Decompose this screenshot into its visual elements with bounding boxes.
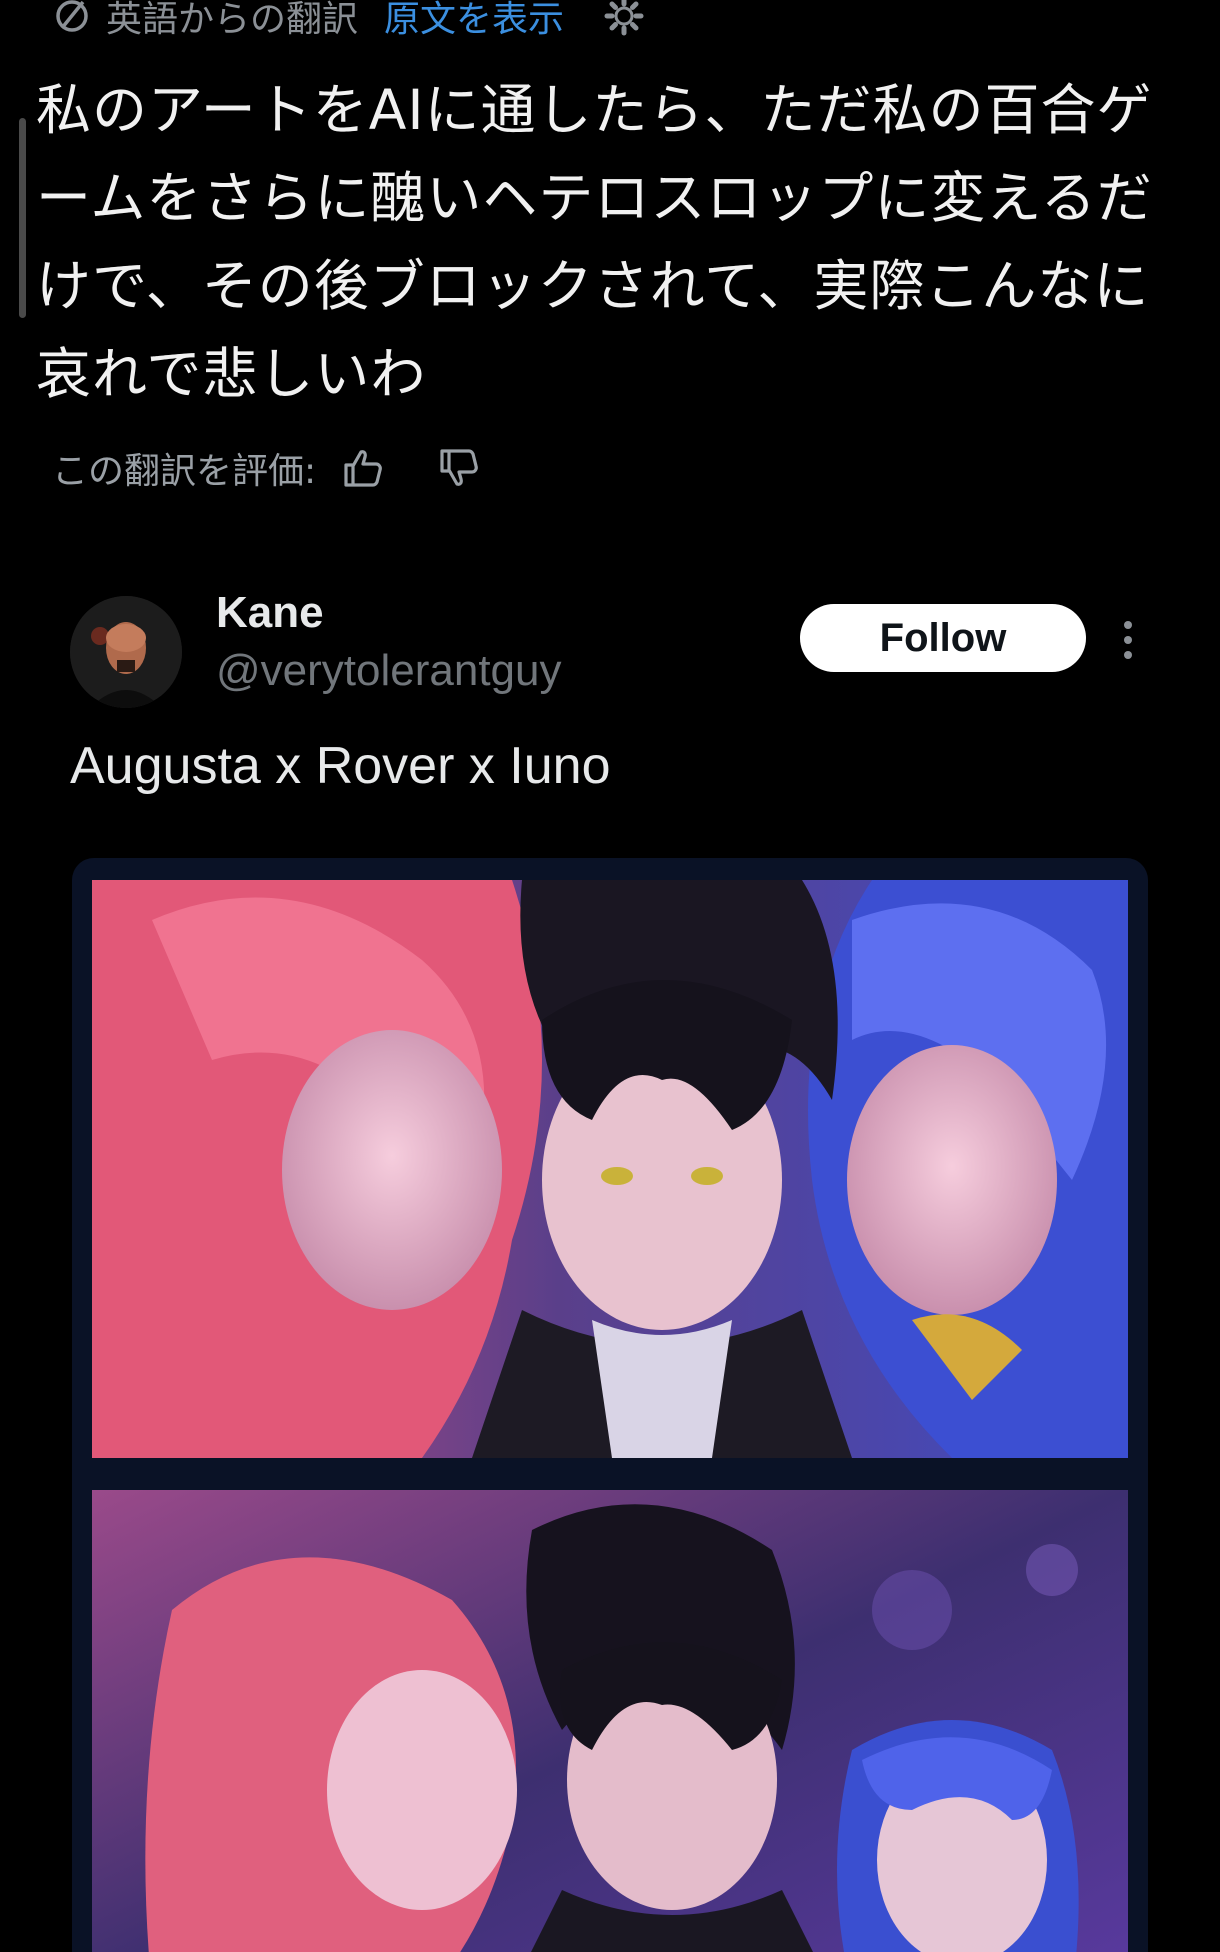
avatar[interactable] (70, 596, 182, 708)
scroll-indicator[interactable] (19, 118, 26, 318)
show-original-link[interactable]: 原文を表示 (384, 0, 564, 42)
more-vertical-icon[interactable] (1120, 618, 1136, 662)
author-display-name[interactable]: Kane (216, 588, 324, 638)
thumbs-down-icon[interactable] (436, 445, 482, 491)
translation-header: 英語からの翻訳 原文を表示 (52, 0, 646, 40)
thumbs-up-icon[interactable] (340, 445, 386, 491)
rate-translation-label: この翻訳を評価: (52, 451, 317, 492)
artwork-panel-top (92, 880, 1128, 1458)
gear-icon[interactable] (602, 0, 646, 38)
post-media[interactable] (72, 858, 1148, 1952)
follow-button[interactable]: Follow (800, 604, 1086, 672)
author-handle[interactable]: @verytolerantguy (216, 646, 562, 696)
post-detail-page: 英語からの翻訳 原文を表示 私のアートをAIに通したら、ただ私の百合ゲームをさら… (0, 0, 1220, 1952)
artwork-panel-bottom (92, 1490, 1128, 1952)
translate-icon (56, 0, 88, 32)
translation-source-label: 英語からの翻訳 (106, 0, 359, 40)
translated-text: 私のアートをAIに通したら、ただ私の百合ゲームをさらに醜いヘテロスロップに変える… (36, 78, 1153, 406)
post-text: Augusta x Rover x Iuno (70, 737, 611, 795)
rate-translation-row: この翻訳を評価: (52, 440, 482, 496)
